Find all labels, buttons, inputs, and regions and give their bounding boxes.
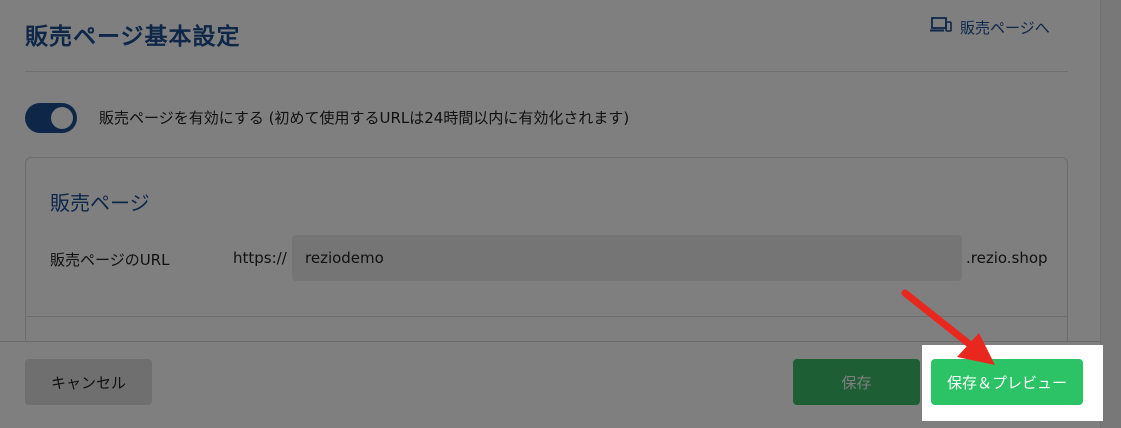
pointer-arrow-icon — [901, 289, 995, 365]
